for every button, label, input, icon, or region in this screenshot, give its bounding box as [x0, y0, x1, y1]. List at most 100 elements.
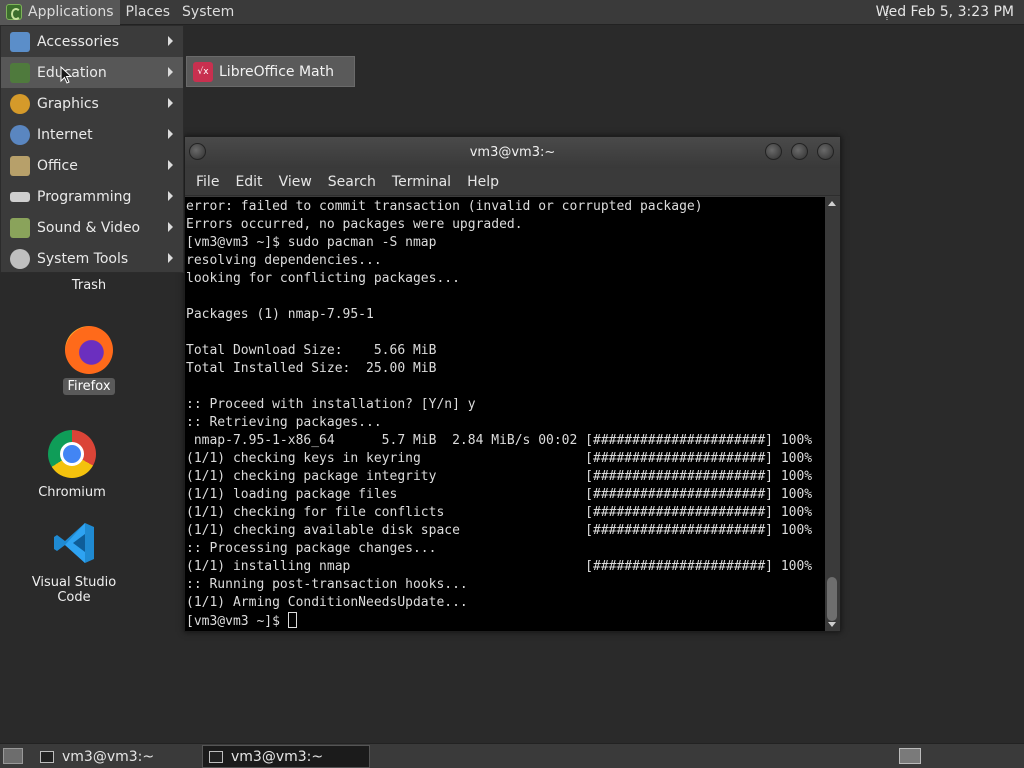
terminal-line: (1/1) checking available disk space [###…	[186, 523, 813, 538]
taskbar-item-terminal-2[interactable]: vm3@vm3:~	[202, 745, 370, 768]
terminal-menubar: File Edit View Search Terminal Help	[185, 168, 840, 196]
menu-item-system-tools[interactable]: System Tools	[1, 243, 183, 274]
menu-item-graphics[interactable]: Graphics	[1, 88, 183, 119]
terminal-line: Packages (1) nmap-7.95-1	[186, 307, 374, 322]
programming-icon	[10, 191, 30, 202]
menu-terminal[interactable]: Terminal	[384, 174, 459, 190]
terminal-line: (1/1) installing nmap [#################…	[186, 559, 813, 574]
terminal-scrollbar[interactable]	[825, 197, 840, 631]
terminal-titlebar[interactable]: vm3@vm3:~	[185, 137, 840, 168]
desktop-icon-vscode[interactable]: Visual Studio Code	[19, 520, 129, 606]
desktop-icon-trash[interactable]: Trash	[34, 277, 144, 294]
menu-search[interactable]: Search	[320, 174, 384, 190]
menu-item-internet[interactable]: Internet	[1, 119, 183, 150]
firefox-icon	[65, 326, 113, 374]
terminal-prompt: [vm3@vm3 ~]$	[186, 614, 288, 629]
taskbar-item-label: vm3@vm3:~	[62, 748, 155, 765]
text-cursor	[287, 612, 297, 628]
sound-video-icon	[10, 217, 30, 238]
taskbar-item-terminal-1[interactable]: vm3@vm3:~	[34, 745, 199, 768]
scrollbar-thumb[interactable]	[827, 577, 837, 621]
terminal-line: looking for conflicting packages...	[186, 271, 460, 286]
terminal-output[interactable]: error: failed to commit transaction (inv…	[185, 197, 826, 631]
menu-item-label: Internet	[37, 126, 93, 143]
menu-file[interactable]: File	[188, 174, 227, 190]
terminal-title: vm3@vm3:~	[469, 145, 556, 160]
submenu-arrow-icon	[168, 67, 173, 77]
menu-item-sound-video[interactable]: Sound & Video	[1, 212, 183, 243]
top-panel: Applications Places System Wed Feb 5, 3:…	[0, 0, 1024, 25]
submenu-arrow-icon	[168, 222, 173, 232]
show-desktop-icon[interactable]	[3, 748, 23, 764]
terminal-line: :: Running post-transaction hooks...	[186, 577, 468, 592]
terminal-line: Errors occurred, no packages were upgrad…	[186, 217, 523, 232]
system-tools-icon	[10, 248, 30, 269]
terminal-line: :: Retrieving packages...	[186, 415, 382, 430]
accessories-icon	[10, 31, 30, 52]
terminal-icon	[209, 750, 223, 763]
education-icon	[10, 62, 30, 83]
internet-icon	[10, 124, 30, 145]
menu-help[interactable]: Help	[459, 174, 507, 190]
scroll-up-icon[interactable]	[828, 201, 836, 206]
terminal-line: :: Proceed with installation? [Y/n] y	[186, 397, 476, 412]
menu-item-education[interactable]: Education	[1, 57, 183, 88]
menu-item-programming[interactable]: Programming	[1, 181, 183, 212]
menu-item-label: System Tools	[37, 250, 129, 267]
mouse-pointer-icon	[60, 66, 72, 84]
places-menu[interactable]: Places	[120, 0, 177, 25]
terminal-line: (1/1) Arming ConditionNeedsUpdate...	[186, 595, 468, 610]
graphics-icon	[10, 93, 30, 114]
chromium-icon	[48, 430, 96, 478]
submenu-arrow-icon	[168, 129, 173, 139]
terminal-line: error: failed to commit transaction (inv…	[186, 199, 703, 214]
menu-item-label: Office	[37, 157, 78, 174]
menu-item-label: Programming	[37, 188, 132, 205]
system-menu[interactable]: System	[176, 0, 240, 25]
submenu-arrow-icon	[168, 253, 173, 263]
libreoffice-math-icon: √x	[193, 61, 213, 82]
vscode-label: Visual Studio Code	[31, 575, 117, 605]
submenu-arrow-icon	[168, 160, 173, 170]
desktop-icon-chromium[interactable]: Chromium	[17, 430, 127, 501]
terminal-line: (1/1) loading package files [###########…	[186, 487, 813, 502]
desktop-icon-firefox[interactable]: Firefox	[34, 326, 144, 395]
menu-item-label: Graphics	[37, 95, 99, 112]
terminal-window[interactable]: vm3@vm3:~ File Edit View Search Terminal…	[184, 136, 841, 632]
terminal-line: Total Download Size: 5.66 MiB	[186, 343, 437, 358]
applications-label: Applications	[28, 4, 114, 20]
trash-label: Trash	[71, 278, 107, 293]
terminal-line: (1/1) checking keys in keyring [########…	[186, 451, 813, 466]
menu-view[interactable]: View	[271, 174, 320, 190]
terminal-line: Total Installed Size: 25.00 MiB	[186, 361, 437, 376]
office-icon	[10, 155, 30, 176]
menu-edit[interactable]: Edit	[227, 174, 270, 190]
menu-item-label: Accessories	[37, 33, 120, 50]
terminal-icon	[40, 750, 54, 763]
maximize-button[interactable]	[791, 143, 808, 160]
applications-dropdown: Accessories Education Graphics Internet …	[0, 25, 184, 273]
distro-logo-icon	[6, 4, 22, 20]
clock[interactable]: Wed Feb 5, 3:23 PM	[876, 0, 1014, 25]
submenu-arrow-icon	[168, 36, 173, 46]
menu-item-office[interactable]: Office	[1, 150, 183, 181]
menu-item-label: Sound & Video	[37, 219, 141, 236]
minimize-button[interactable]	[765, 143, 782, 160]
scroll-down-icon[interactable]	[828, 622, 836, 627]
terminal-line: (1/1) checking package integrity [######…	[186, 469, 813, 484]
terminal-prompt-line: [vm3@vm3 ~]$	[186, 612, 826, 630]
firefox-label: Firefox	[63, 378, 115, 395]
workspace-switcher[interactable]	[899, 748, 921, 764]
applications-menu[interactable]: Applications	[0, 0, 120, 25]
menu-item-accessories[interactable]: Accessories	[1, 26, 183, 57]
terminal-line: (1/1) checking for file conflicts [#####…	[186, 505, 813, 520]
close-button[interactable]	[817, 143, 834, 160]
terminal-line: resolving dependencies...	[186, 253, 382, 268]
education-submenu: √x LibreOffice Math	[186, 56, 355, 87]
submenu-item-libreoffice-math[interactable]: LibreOffice Math	[219, 64, 334, 80]
submenu-arrow-icon	[168, 98, 173, 108]
taskbar-item-label: vm3@vm3:~	[231, 748, 324, 765]
